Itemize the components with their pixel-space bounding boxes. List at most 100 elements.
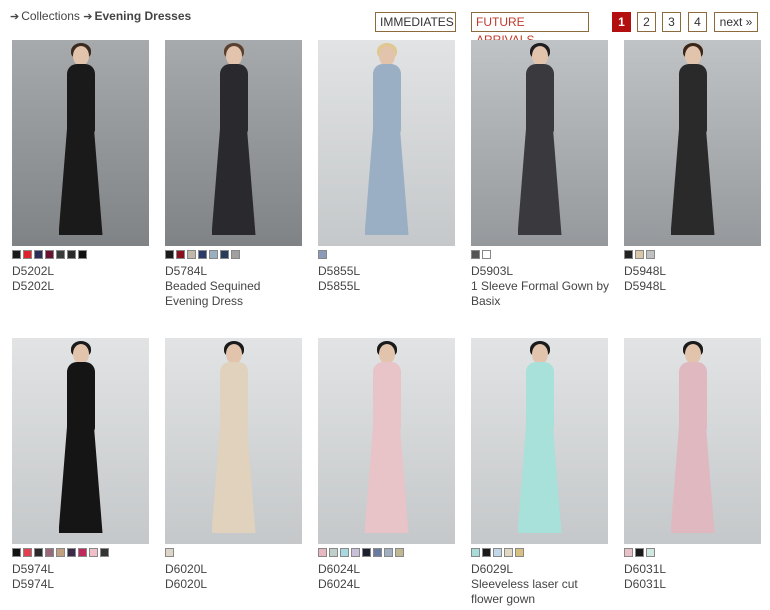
color-swatch[interactable] bbox=[89, 548, 98, 557]
color-swatch[interactable] bbox=[329, 548, 338, 557]
product-card[interactable]: D5974L D5974L bbox=[12, 338, 152, 592]
product-name[interactable]: D5948L bbox=[624, 279, 764, 294]
product-name[interactable]: D5202L bbox=[12, 279, 152, 294]
color-swatch[interactable] bbox=[231, 250, 240, 259]
color-swatch[interactable] bbox=[34, 548, 43, 557]
product-card[interactable]: D6020L D6020L bbox=[165, 338, 305, 592]
color-swatch[interactable] bbox=[646, 250, 655, 259]
color-swatch[interactable] bbox=[198, 250, 207, 259]
color-swatch[interactable] bbox=[351, 548, 360, 557]
breadcrumb: ➔ Collections ➔ Evening Dresses bbox=[10, 9, 191, 23]
product-image[interactable] bbox=[165, 338, 302, 544]
color-swatch[interactable] bbox=[176, 250, 185, 259]
product-image[interactable] bbox=[318, 338, 455, 544]
product-image[interactable] bbox=[12, 40, 149, 246]
product-code[interactable]: D5784L bbox=[165, 264, 305, 279]
color-swatch[interactable] bbox=[165, 548, 174, 557]
color-swatch[interactable] bbox=[493, 548, 502, 557]
color-swatch[interactable] bbox=[78, 548, 87, 557]
color-swatch[interactable] bbox=[209, 250, 218, 259]
product-code[interactable]: D5948L bbox=[624, 264, 764, 279]
product-name[interactable]: D5855L bbox=[318, 279, 458, 294]
color-swatch[interactable] bbox=[220, 250, 229, 259]
product-card[interactable]: D5948L D5948L bbox=[624, 40, 764, 294]
color-swatch[interactable] bbox=[165, 250, 174, 259]
product-code[interactable]: D6020L bbox=[165, 562, 305, 577]
product-name[interactable]: 1 Sleeve Formal Gown by Basix bbox=[471, 279, 611, 309]
product-code[interactable]: D5974L bbox=[12, 562, 152, 577]
product-card[interactable]: D6031L D6031L bbox=[624, 338, 764, 592]
product-card[interactable]: D5202L D5202L bbox=[12, 40, 152, 294]
color-swatch[interactable] bbox=[67, 250, 76, 259]
color-swatch[interactable] bbox=[624, 250, 633, 259]
color-swatch[interactable] bbox=[635, 548, 644, 557]
product-image[interactable] bbox=[471, 338, 608, 544]
color-swatches bbox=[318, 250, 458, 260]
product-code[interactable]: D5855L bbox=[318, 264, 458, 279]
product-image[interactable] bbox=[624, 338, 761, 544]
product-code[interactable]: D6031L bbox=[624, 562, 764, 577]
color-swatch[interactable] bbox=[23, 250, 32, 259]
product-image[interactable] bbox=[624, 40, 761, 246]
color-swatch[interactable] bbox=[67, 548, 76, 557]
product-code[interactable]: D5903L bbox=[471, 264, 611, 279]
color-swatch[interactable] bbox=[12, 250, 21, 259]
color-swatch[interactable] bbox=[56, 548, 65, 557]
product-card[interactable]: D5784L Beaded Sequined Evening Dress bbox=[165, 40, 305, 309]
color-swatch[interactable] bbox=[504, 548, 513, 557]
product-name[interactable]: Beaded Sequined Evening Dress bbox=[165, 279, 305, 309]
color-swatch[interactable] bbox=[12, 548, 21, 557]
product-code[interactable]: D6024L bbox=[318, 562, 458, 577]
color-swatch[interactable] bbox=[340, 548, 349, 557]
color-swatch[interactable] bbox=[471, 250, 480, 259]
color-swatch[interactable] bbox=[362, 548, 371, 557]
product-card[interactable]: D6024L D6024L bbox=[318, 338, 458, 592]
product-image[interactable] bbox=[471, 40, 608, 246]
color-swatch[interactable] bbox=[45, 250, 54, 259]
color-swatch[interactable] bbox=[318, 250, 327, 259]
color-swatches bbox=[165, 548, 305, 558]
page-2-link[interactable]: 2 bbox=[637, 12, 656, 32]
color-swatch[interactable] bbox=[23, 548, 32, 557]
color-swatches bbox=[318, 548, 458, 558]
breadcrumb-collections-link[interactable]: Collections bbox=[21, 9, 80, 23]
breadcrumb-current: Evening Dresses bbox=[94, 9, 192, 23]
color-swatch[interactable] bbox=[646, 548, 655, 557]
color-swatch[interactable] bbox=[373, 548, 382, 557]
color-swatch[interactable] bbox=[45, 548, 54, 557]
color-swatch[interactable] bbox=[395, 548, 404, 557]
color-swatch[interactable] bbox=[384, 548, 393, 557]
product-card[interactable]: D6029L Sleeveless laser cut flower gown bbox=[471, 338, 611, 607]
color-swatch[interactable] bbox=[635, 250, 644, 259]
product-card[interactable]: D5903L 1 Sleeve Formal Gown by Basix bbox=[471, 40, 611, 309]
color-swatch[interactable] bbox=[482, 250, 491, 259]
immediates-button[interactable]: IMMEDIATES bbox=[375, 12, 456, 32]
model-silhouette bbox=[357, 338, 417, 544]
color-swatch[interactable] bbox=[56, 250, 65, 259]
color-swatch[interactable] bbox=[34, 250, 43, 259]
product-name[interactable]: D6020L bbox=[165, 577, 305, 592]
future-arrivals-button[interactable]: FUTURE ARRIVALS bbox=[471, 12, 589, 47]
product-card[interactable]: D5855L D5855L bbox=[318, 40, 458, 294]
color-swatch[interactable] bbox=[78, 250, 87, 259]
page-3-link[interactable]: 3 bbox=[662, 12, 681, 32]
color-swatch[interactable] bbox=[471, 548, 480, 557]
color-swatch[interactable] bbox=[515, 548, 524, 557]
page-1-link[interactable]: 1 bbox=[612, 12, 631, 32]
product-image[interactable] bbox=[165, 40, 302, 246]
product-code[interactable]: D5202L bbox=[12, 264, 152, 279]
color-swatch[interactable] bbox=[318, 548, 327, 557]
product-name[interactable]: D6031L bbox=[624, 577, 764, 592]
page-4-link[interactable]: 4 bbox=[688, 12, 707, 32]
color-swatch[interactable] bbox=[187, 250, 196, 259]
product-image[interactable] bbox=[318, 40, 455, 246]
product-name[interactable]: Sleeveless laser cut flower gown bbox=[471, 577, 611, 607]
product-name[interactable]: D5974L bbox=[12, 577, 152, 592]
product-image[interactable] bbox=[12, 338, 149, 544]
color-swatch[interactable] bbox=[482, 548, 491, 557]
product-code[interactable]: D6029L bbox=[471, 562, 611, 577]
color-swatch[interactable] bbox=[100, 548, 109, 557]
product-name[interactable]: D6024L bbox=[318, 577, 458, 592]
color-swatch[interactable] bbox=[624, 548, 633, 557]
next-page-link[interactable]: next » bbox=[714, 12, 758, 32]
